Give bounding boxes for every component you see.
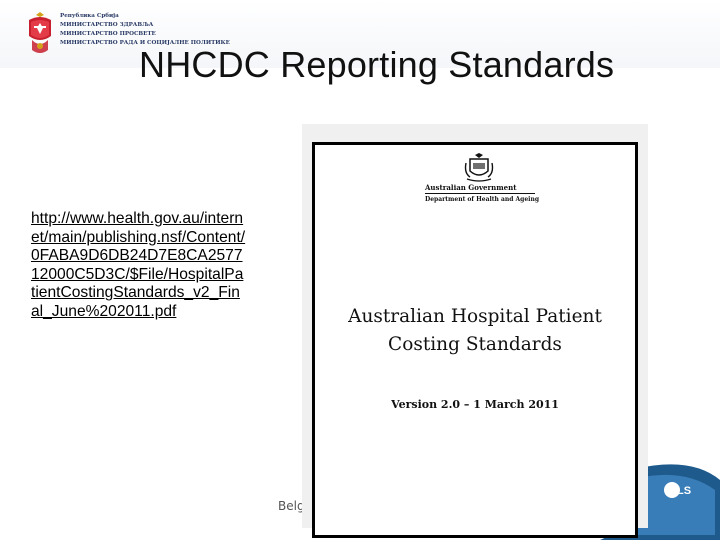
government-name: Australian Government (425, 183, 517, 192)
document-link[interactable]: http://www.health.gov.au/internet/main/p… (31, 210, 246, 322)
slide-title: NHCDC Reporting Standards (139, 44, 615, 85)
department-name: Department of Health and Ageing (425, 196, 540, 203)
australian-coat-of-arms-icon (464, 153, 494, 182)
ministry-line: МИНИСТАРСТВО ЗДРАВЉА (60, 22, 154, 28)
slide: Република Србија МИНИСТАРСТВО ЗДРАВЉА МИ… (0, 0, 720, 540)
document-version: Version 2.0 – 1 March 2011 (391, 398, 559, 411)
document-title: Australian Hospital Patient Costing Stan… (315, 303, 635, 359)
document-cover: Australian Government Department of Heal… (312, 142, 638, 538)
government-rule (425, 193, 535, 194)
document-title-line: Costing Standards (388, 334, 562, 355)
serbian-coat-of-arms-icon (29, 12, 51, 53)
document-title-line: Australian Hospital Patient (348, 306, 602, 327)
ministry-line: Република Србија (60, 13, 119, 19)
ministry-lines: Република Србија МИНИСТАРСТВО ЗДРАВЉА МИ… (60, 12, 230, 48)
ministry-line: МИНИСТАРСТВО ПРОСВЕТЕ (60, 31, 156, 37)
svg-text:DILS: DILS (666, 485, 691, 497)
